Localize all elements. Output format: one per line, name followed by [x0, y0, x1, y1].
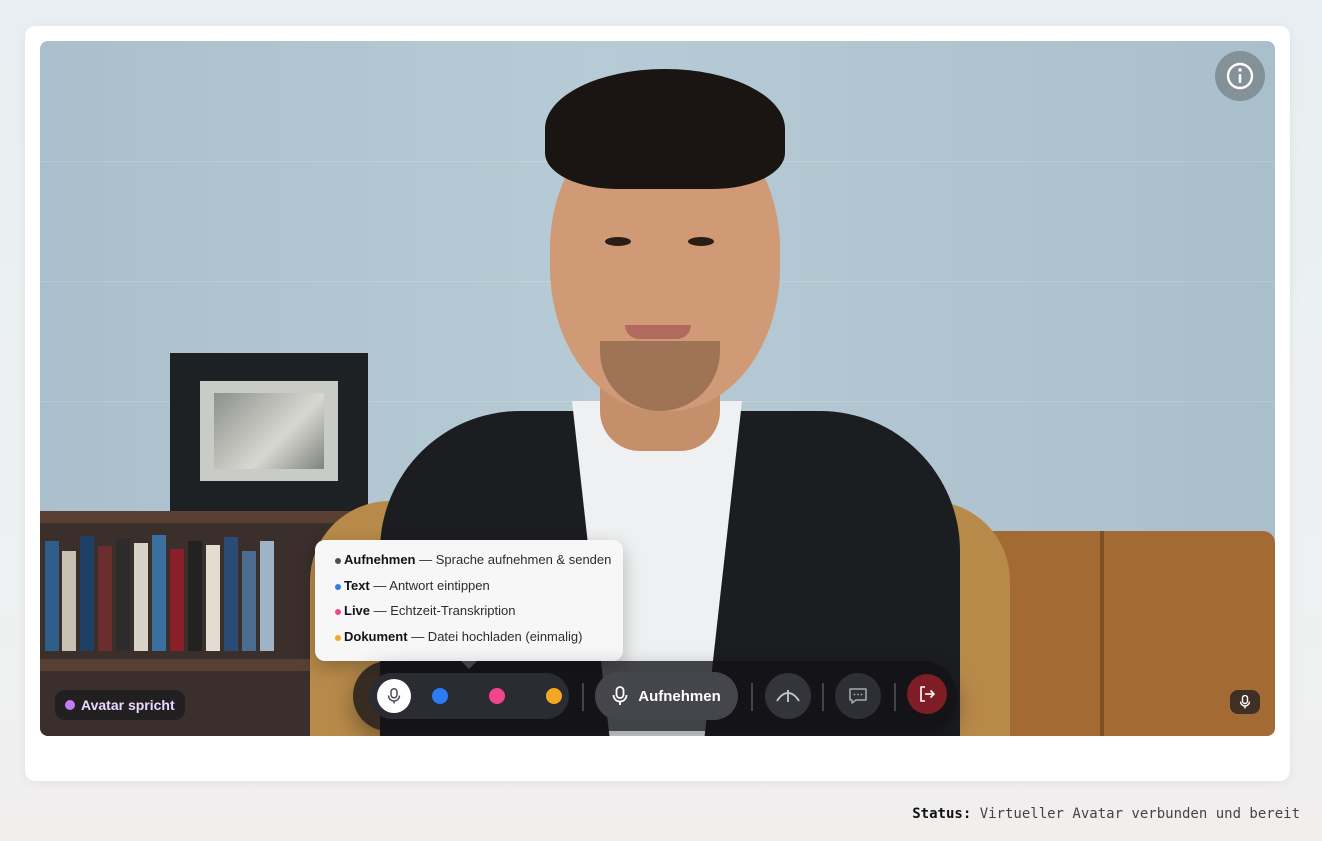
toolbar-divider [751, 683, 753, 711]
leave-session-button[interactable] [907, 674, 947, 714]
status-text: Virtueller Avatar verbunden und bereit [979, 806, 1300, 822]
control-toolbar: Aufnehmen [353, 661, 957, 731]
tooltip-item-record: Aufnehmen — Sprache aufnehmen & senden [315, 550, 623, 576]
toolbar-divider [822, 683, 824, 711]
avatar-video: Avatar spricht Aufnehmen — Sprache aufne… [40, 41, 1275, 736]
info-icon [1226, 62, 1254, 90]
avatar-speaking-badge: Avatar spricht [55, 690, 185, 720]
tooltip-item-title: Text [344, 577, 370, 593]
chat-icon [849, 688, 867, 704]
tooltip-item-text: Text — Antwort eintippen [315, 576, 623, 602]
mic-icon [387, 688, 401, 704]
live-mode-dot [489, 688, 505, 704]
tooltip-item-title: Dokument [344, 628, 408, 644]
mode-document-button[interactable] [537, 679, 571, 713]
record-button[interactable]: Aufnehmen [595, 672, 738, 720]
mic-icon [1239, 695, 1251, 709]
mic-icon [612, 686, 628, 705]
tooltip-item-title: Aufnehmen [344, 552, 416, 567]
waveform-icon [776, 690, 800, 702]
avatar-person [40, 41, 1275, 736]
tooltip-item-desc: — Antwort eintippen [373, 577, 490, 593]
document-mode-dot [546, 688, 562, 704]
tooltip-item-title: Live [344, 603, 371, 618]
toolbar-divider [894, 683, 896, 711]
exit-icon [920, 686, 935, 702]
chat-button[interactable] [835, 673, 881, 719]
video-card: Avatar spricht Aufnehmen — Sprache aufne… [25, 26, 1290, 781]
status-label: Status: [912, 806, 972, 822]
toolbar-divider [582, 683, 584, 711]
tooltip-item-desc: — Datei hochladen (einmalig) [411, 628, 583, 644]
status-line: Status: Virtueller Avatar verbunden und … [912, 806, 1300, 822]
tooltip-item-desc: — Sprache aufnehmen & senden [419, 552, 612, 567]
mic-status-indicator [1230, 690, 1260, 714]
text-mode-dot [432, 688, 448, 704]
tooltip-item-desc: — Echtzeit-Transkription [373, 603, 516, 618]
record-button-label: Aufnehmen [638, 687, 721, 705]
input-mode-switcher [369, 673, 569, 719]
mode-record-button[interactable] [377, 679, 411, 713]
mode-text-button[interactable] [423, 679, 457, 713]
speaking-label: Avatar spricht [81, 697, 175, 713]
tooltip-item-document: Dokument — Datei hochladen (einmalig) [315, 627, 623, 653]
speaking-indicator-dot [65, 700, 75, 710]
info-button[interactable] [1215, 51, 1265, 101]
tooltip-item-live: Live — Echtzeit-Transkription [315, 601, 623, 627]
mode-live-button[interactable] [480, 679, 514, 713]
mode-help-tooltip: Aufnehmen — Sprache aufnehmen & senden T… [315, 540, 623, 669]
voice-activity-button[interactable] [765, 673, 811, 719]
